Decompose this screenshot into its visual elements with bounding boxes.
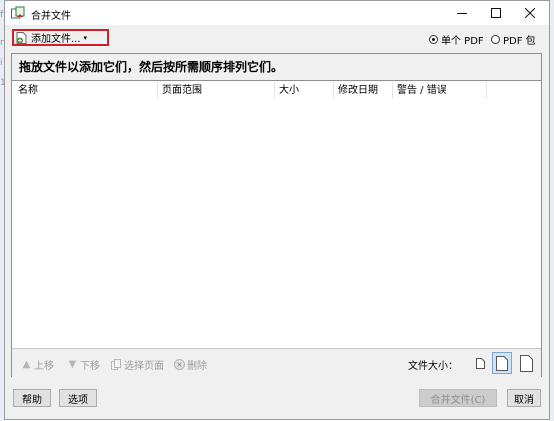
column-header-modified-date[interactable]: 修改日期 — [334, 82, 393, 99]
radio-selected-icon — [429, 35, 438, 44]
select-pages-button[interactable]: 选择页面 — [111, 357, 164, 372]
add-file-icon — [16, 31, 27, 44]
close-icon — [525, 8, 535, 18]
file-size-small-button[interactable] — [470, 352, 490, 374]
move-down-label: 下移 — [80, 361, 100, 372]
move-down-button[interactable]: ▼ 下移 — [67, 357, 100, 372]
minimize-icon — [457, 13, 467, 14]
single-pdf-label: 单个 PDF — [441, 36, 484, 47]
merge-files-app-icon — [11, 6, 25, 19]
file-list-header: 名称 页面范围 大小 修改日期 警告 / 错误 — [12, 82, 541, 99]
help-button[interactable]: 帮助 — [13, 389, 51, 407]
single-pdf-radio[interactable]: 单个 PDF — [429, 32, 484, 47]
pdf-package-radio[interactable]: PDF 包 — [491, 32, 536, 47]
small-page-icon — [475, 357, 485, 369]
pages-icon — [111, 359, 122, 370]
arrow-down-icon: ▼ — [68, 359, 77, 370]
list-tools-bar: ▲ 上移 ▼ 下移 选择页面 删除 文件大小： — [12, 348, 541, 377]
file-size-medium-button[interactable] — [492, 352, 512, 374]
minimize-button[interactable] — [445, 1, 479, 25]
title-bar[interactable]: 合并文件 — [5, 1, 549, 25]
delete-label: 删除 — [187, 361, 207, 372]
add-files-dropdown[interactable]: 添加文件... ▾ — [12, 29, 109, 46]
column-header-warnings-errors[interactable]: 警告 / 错误 — [393, 82, 487, 99]
drop-hint-text: 拖放文件以添加它们，然后按所需顺序排列它们。 — [12, 54, 541, 81]
medium-page-icon — [496, 355, 508, 371]
maximize-icon — [491, 8, 501, 18]
merge-files-button[interactable]: 合并文件(C) — [419, 389, 497, 407]
options-button[interactable]: 选项 — [59, 389, 97, 407]
window-title: 合并文件 — [31, 11, 71, 22]
large-page-icon — [519, 354, 533, 372]
move-up-label: 上移 — [34, 361, 54, 372]
merge-files-dialog: 合并文件 添加文件... ▾ 单个 PDF PDF 包 拖放文件以添加它们，然后… — [4, 0, 550, 420]
background-right-edge — [550, 0, 554, 421]
maximize-button[interactable] — [479, 1, 513, 25]
chevron-down-icon: ▾ — [83, 33, 88, 42]
pdf-package-label: PDF 包 — [503, 36, 536, 47]
column-header-page-range[interactable]: 页面范围 — [158, 82, 275, 99]
delete-button[interactable]: 删除 — [174, 357, 207, 372]
add-files-label: 添加文件... — [31, 34, 81, 45]
radio-unselected-icon — [491, 35, 500, 44]
column-header-name[interactable]: 名称 — [12, 82, 158, 99]
select-pages-label: 选择页面 — [124, 361, 164, 372]
arrow-up-icon: ▲ — [22, 359, 31, 370]
close-button[interactable] — [513, 1, 547, 25]
column-header-size[interactable]: 大小 — [275, 82, 334, 99]
file-size-large-button[interactable] — [516, 352, 536, 374]
delete-icon — [174, 359, 185, 370]
move-up-button[interactable]: ▲ 上移 — [21, 357, 54, 372]
cancel-button[interactable]: 取消 — [507, 389, 541, 407]
file-size-label: 文件大小： — [408, 361, 458, 372]
file-list-panel[interactable]: 拖放文件以添加它们，然后按所需顺序排列它们。 名称 页面范围 大小 修改日期 警… — [11, 53, 542, 377]
